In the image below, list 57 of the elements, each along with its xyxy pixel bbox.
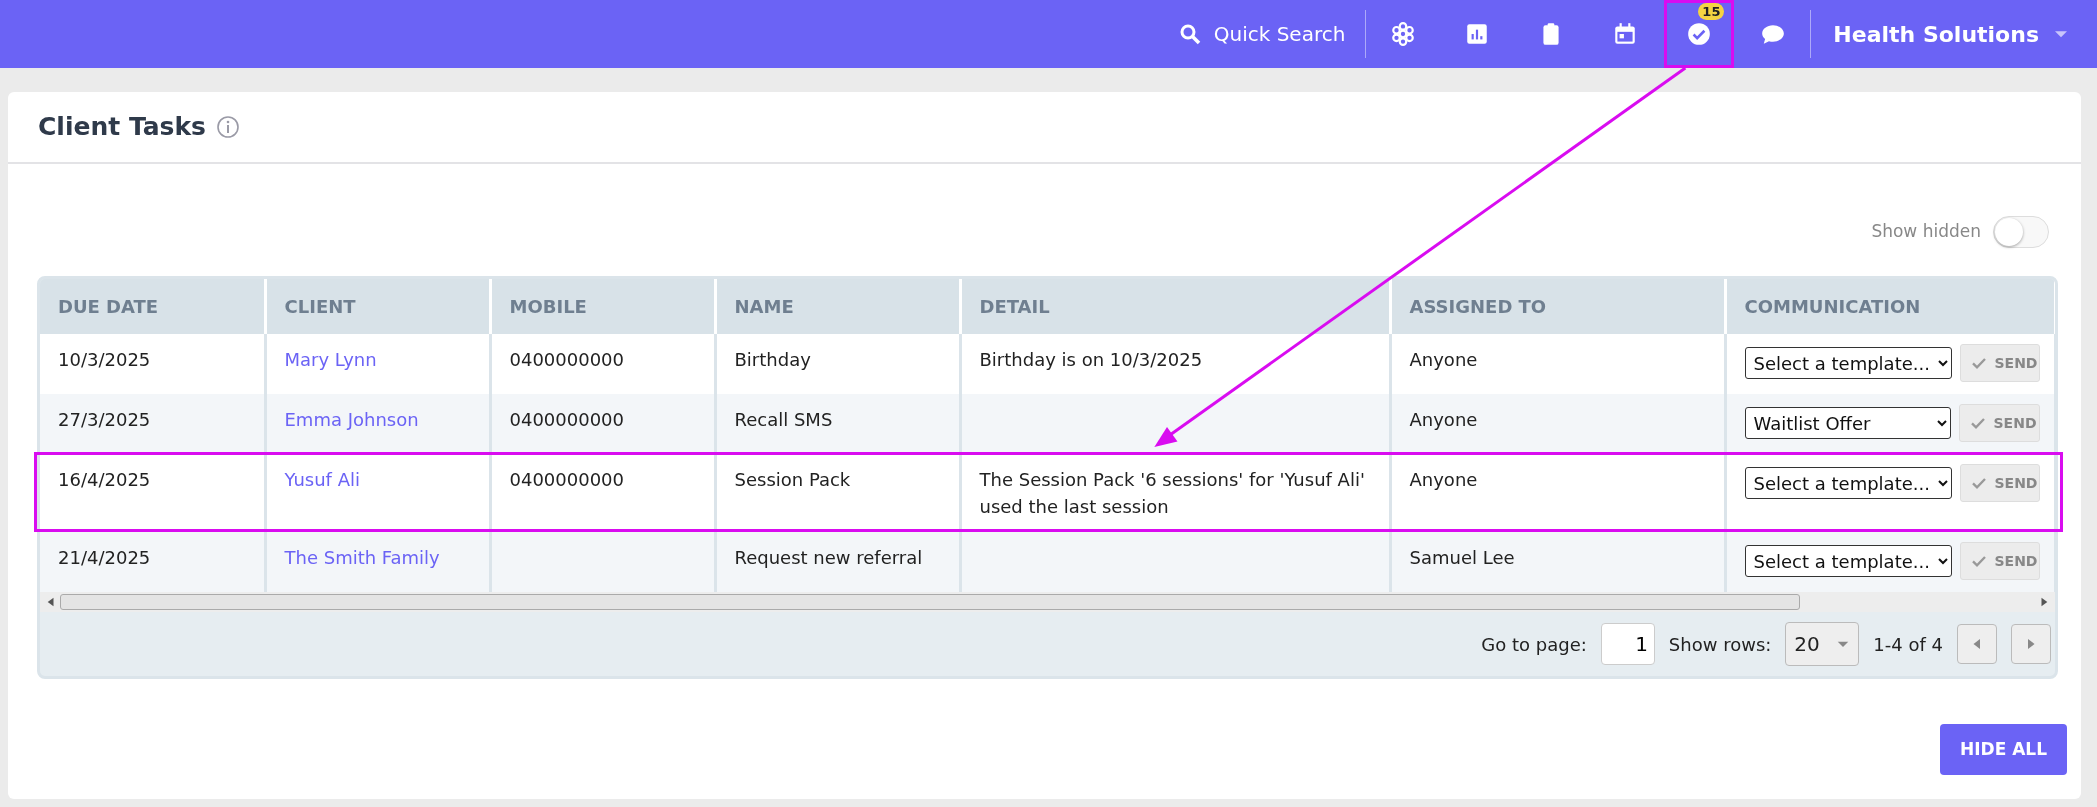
template-dropdown[interactable]: Select a template...	[1744, 545, 1952, 577]
go-to-page-label: Go to page:	[1481, 632, 1587, 657]
rows-per-page-dropdown[interactable]: 20	[1785, 622, 1860, 666]
column-header: MOBILE	[490, 279, 715, 334]
toggle-switch[interactable]	[1993, 216, 2049, 248]
mobile-text: 0400000000	[509, 469, 625, 490]
column-header: COMMUNICATION	[1725, 279, 2055, 334]
scroll-right-icon	[2039, 596, 2049, 608]
assignee-text: Anyone	[1409, 409, 1478, 430]
scrollbar-thumb[interactable]	[60, 594, 1800, 610]
send-button[interactable]: SEND	[1959, 542, 2041, 580]
assignee-text: Anyone	[1409, 349, 1478, 370]
client-link[interactable]: Yusuf Ali	[284, 469, 360, 490]
show-hidden-label: Show hidden	[1871, 220, 1981, 244]
assignee-text: Anyone	[1409, 469, 1478, 490]
assignee-text: Samuel Lee	[1409, 547, 1515, 568]
task-name-text: Request new referral	[734, 547, 923, 568]
quick-search-button[interactable]: Quick Search	[1157, 19, 1366, 49]
task-name-text: Birthday	[734, 349, 811, 370]
send-button[interactable]: SEND	[1959, 344, 2041, 382]
hide-all-button[interactable]: HIDE ALL	[1939, 723, 2067, 775]
detail-text: The Session Pack '6 sessions' for 'Yusuf Ali' used the last session	[979, 469, 1365, 517]
check-circle-icon	[1686, 21, 1713, 47]
page-title: Client Tasks	[38, 111, 206, 144]
info-icon	[216, 115, 240, 139]
account-menu[interactable]: Health Solutions	[1811, 17, 2079, 51]
mobile-text: 0400000000	[509, 349, 625, 370]
template-dropdown[interactable]: Waitlist Offer	[1744, 407, 1951, 439]
due-date-text: 27/3/2025	[58, 409, 151, 430]
page-number-field[interactable]: 1	[1600, 623, 1655, 665]
due-date-text: 21/4/2025	[58, 547, 151, 568]
show-rows-label: Show rows:	[1668, 632, 1772, 657]
count-badge: 15	[1698, 3, 1725, 20]
column-header: CLIENT	[265, 279, 490, 334]
detail-text: Birthday is on 10/3/2025	[979, 349, 1203, 370]
template-dropdown[interactable]: Select a template...	[1744, 467, 1952, 499]
send-button[interactable]: SEND	[1959, 464, 2041, 502]
task-name-text: Session Pack	[734, 469, 851, 490]
due-date-text: 16/4/2025	[58, 469, 151, 490]
column-header: ASSIGNED TO	[1390, 279, 1725, 334]
template-dropdown[interactable]: Select a template...	[1744, 347, 1952, 379]
column-header: DETAIL	[960, 279, 1390, 334]
client-link[interactable]: Mary Lynn	[284, 349, 377, 370]
page-range-text: 1-4 of 4	[1873, 632, 1943, 657]
caret-right-icon	[2025, 637, 2037, 651]
caret-left-icon	[1971, 637, 1983, 651]
due-date-text: 10/3/2025	[58, 349, 151, 370]
check-circle-button[interactable]: 15	[1662, 0, 1737, 68]
column-header: DUE DATE	[40, 279, 265, 334]
send-button[interactable]: SEND	[1958, 404, 2040, 442]
scroll-left-icon	[46, 596, 56, 608]
task-name-text: Recall SMS	[734, 409, 833, 430]
horizontal-scrollbar[interactable]	[40, 592, 2055, 612]
highlight-frame	[1664, 0, 1735, 68]
hexagon-cluster-icon	[1390, 21, 1417, 47]
mobile-text: 0400000000	[509, 409, 625, 430]
column-header: NAME	[715, 279, 960, 334]
